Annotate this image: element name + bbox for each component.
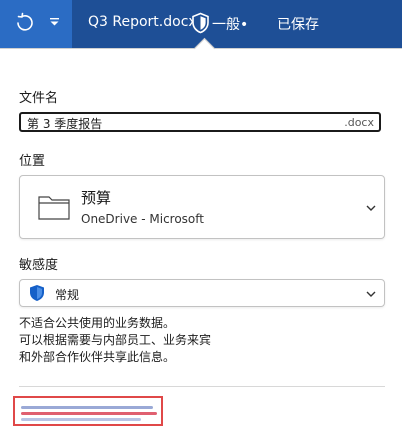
- divider: [19, 386, 385, 387]
- quick-access-area: [0, 0, 72, 48]
- highlighted-link[interactable]: [13, 396, 163, 426]
- customize-toolbar-chevron-icon[interactable]: [49, 17, 60, 28]
- file-properties-panel: [0, 48, 402, 435]
- description-line: 不适合公共使用的业务数据。: [19, 316, 176, 330]
- location-service: OneDrive - Microsoft: [81, 212, 204, 226]
- sensitivity-value: 常规: [55, 288, 80, 302]
- file-extension: .docx: [344, 116, 374, 129]
- file-name-label: 文件名: [19, 91, 59, 106]
- location-folder-name: 预算: [81, 189, 112, 207]
- shield-icon: [30, 285, 44, 301]
- sensitivity-label: 敏感度: [19, 258, 59, 273]
- file-name-value[interactable]: 第 3 季度报告: [27, 115, 102, 132]
- description-line: 可以根据需要与内部员工、业务来宾: [19, 333, 212, 347]
- save-status: 已保存: [277, 17, 319, 33]
- shield-icon[interactable]: [191, 12, 210, 34]
- location-dropdown[interactable]: 预算 OneDrive - Microsoft: [19, 175, 385, 239]
- chevron-down-icon: [366, 291, 376, 297]
- sensitivity-description: 不适合公共使用的业务数据。 可以根据需要与内部员工、业务来宾 和外部合作伙伴共享…: [19, 315, 379, 366]
- sensitivity-dropdown[interactable]: 常规: [19, 279, 385, 307]
- refresh-icon[interactable]: [13, 11, 37, 35]
- redacted-link-text: [21, 412, 157, 415]
- redacted-link-text: [21, 418, 141, 421]
- location-label: 位置: [19, 154, 46, 169]
- redacted-link-text: [21, 406, 153, 409]
- file-name-input[interactable]: 第 3 季度报告 .docx: [19, 112, 381, 132]
- chevron-down-icon: [366, 205, 376, 211]
- sensitivity-label-title[interactable]: 一般•: [212, 14, 248, 34]
- folder-icon: [38, 196, 70, 220]
- description-line: 和外部合作伙伴共享此信息。: [19, 350, 176, 364]
- document-title[interactable]: Q3 Report.docx: [88, 14, 197, 30]
